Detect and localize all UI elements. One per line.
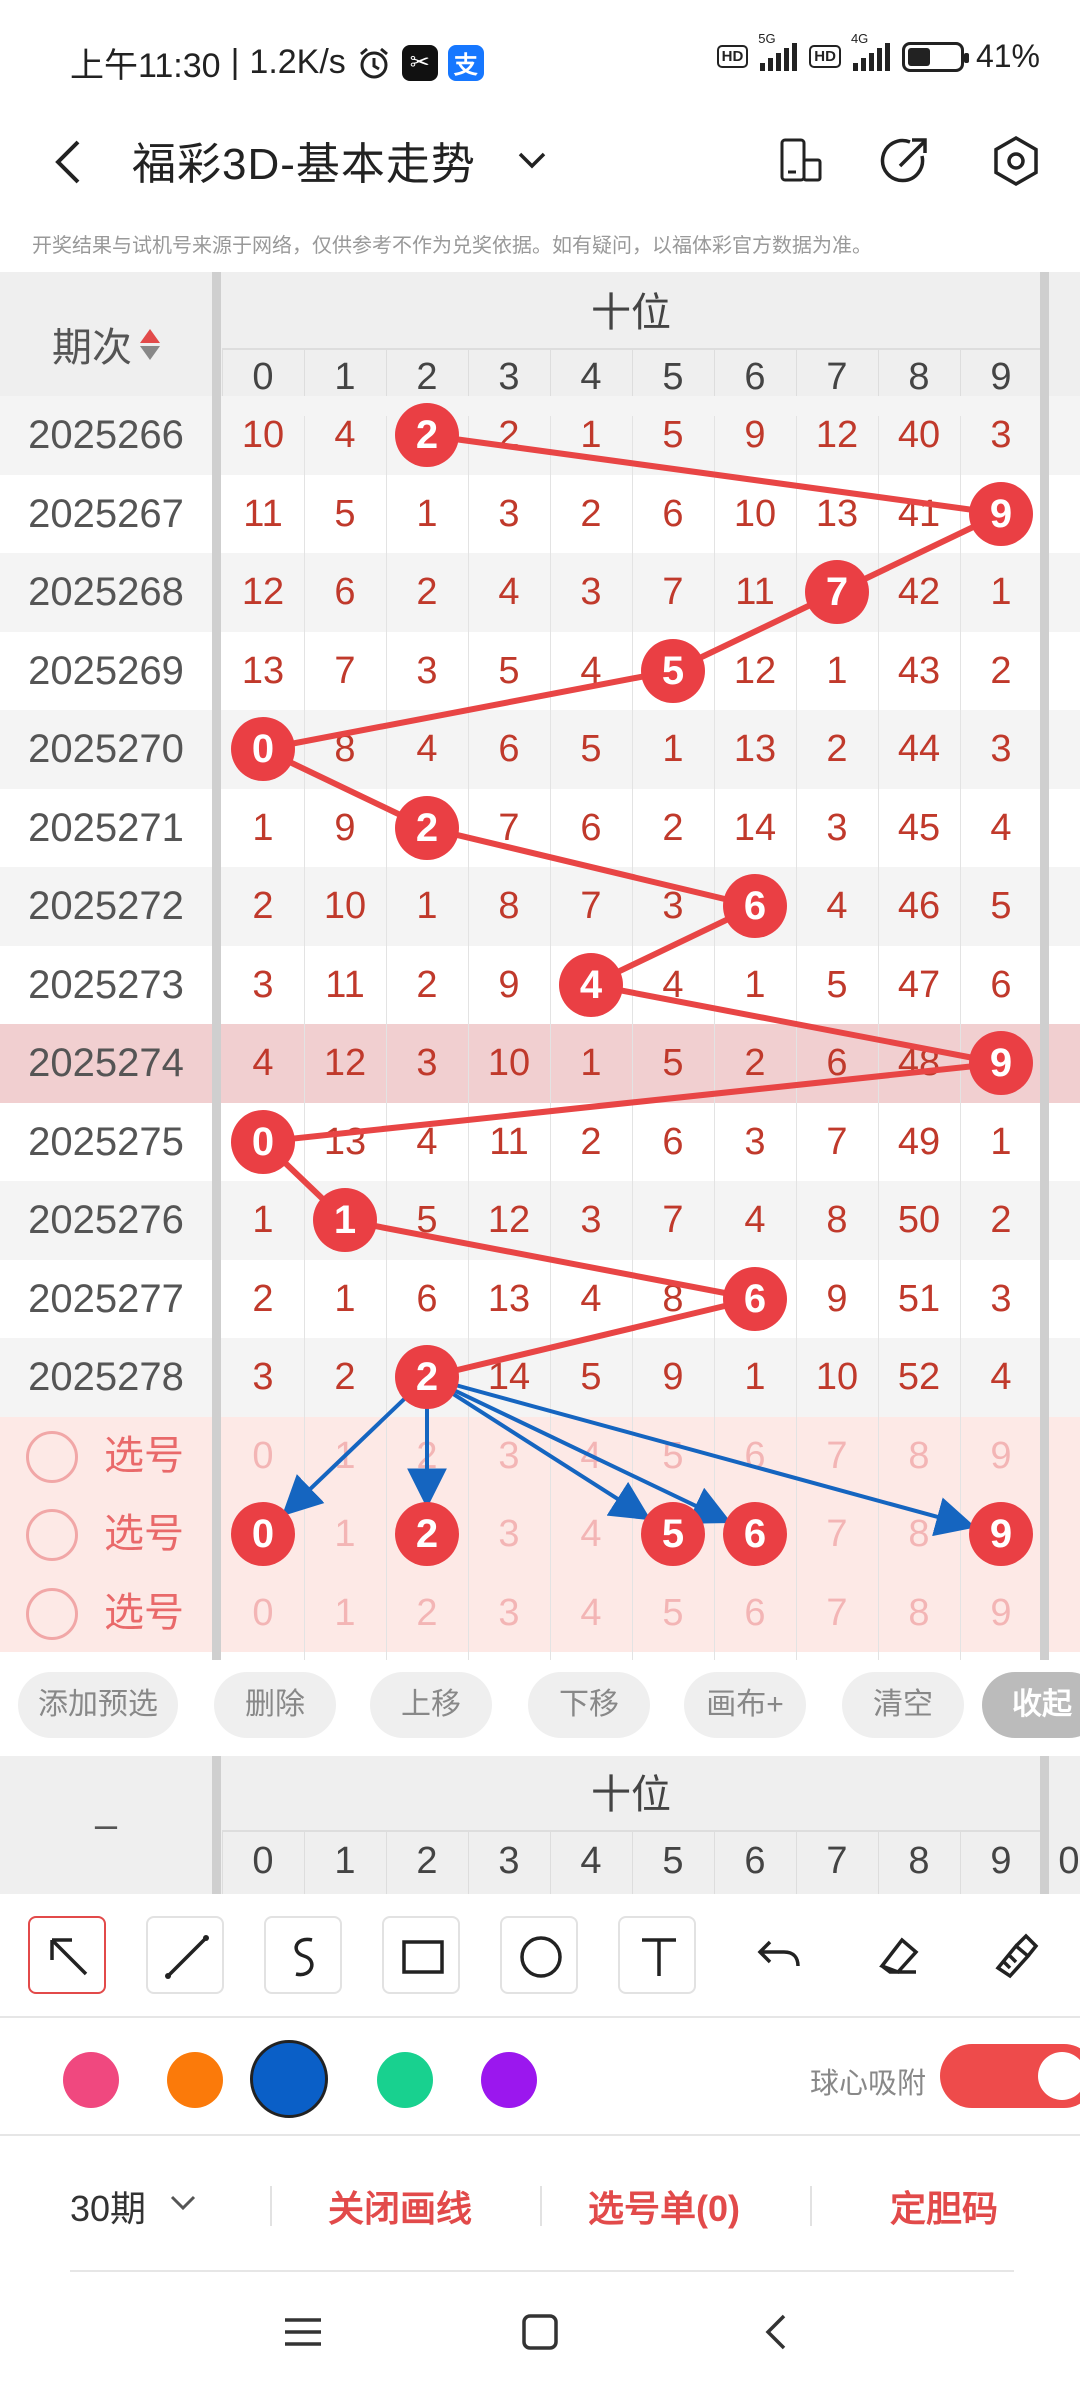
screen-rotate-icon[interactable]: [764, 126, 834, 196]
chevron-down-icon[interactable]: [512, 146, 552, 176]
hit-ball: 6: [723, 874, 787, 939]
color-swatch[interactable]: [377, 2052, 433, 2108]
trend-chart: 期次 十位 01234567890 2025266104215912403920…: [0, 272, 1080, 1660]
drawn-arrow: [425, 1375, 652, 1521]
alarm-icon: [356, 45, 392, 81]
hit-ball: 2: [395, 403, 459, 468]
pick-list-button[interactable]: 选号单(0): [588, 2180, 740, 2232]
drawn-arrow: [426, 1375, 976, 1537]
selected-pick-ball[interactable]: 0: [231, 1502, 295, 1567]
hd-badge-2: HD: [809, 45, 841, 68]
action-button[interactable]: 画布+: [684, 1672, 806, 1738]
title-bar: 福彩3D-基本走势: [0, 110, 1080, 230]
text-icon[interactable]: [618, 1916, 696, 1994]
digit-header-next: 0: [1058, 1840, 1080, 1882]
rectangle-icon[interactable]: [382, 1916, 460, 1994]
trend-lines: [253, 432, 1012, 1537]
capcut-icon: ✂: [401, 44, 438, 81]
action-button[interactable]: 下移: [528, 1672, 650, 1738]
share-icon[interactable]: [870, 126, 940, 196]
hit-ball: 5: [641, 638, 705, 703]
alipay-icon: 支: [447, 44, 484, 81]
battery-icon: [901, 41, 969, 72]
settings-icon[interactable]: [981, 126, 1051, 196]
source-notice: 开奖结果与试机号来源于网络，仅供参考不作为兑奖依据。如有疑问，以福体彩官方数据为…: [32, 235, 872, 257]
selected-pick-ball[interactable]: 9: [969, 1502, 1033, 1567]
color-swatch[interactable]: [481, 2052, 537, 2108]
action-button[interactable]: 清空: [842, 1672, 964, 1738]
bottom-bar: 30期 关闭画线 选号单(0) 定胆码: [0, 2136, 1080, 2272]
hit-ball: 7: [805, 560, 869, 625]
hit-ball: 4: [559, 952, 623, 1017]
clear-brush-icon[interactable]: [976, 1916, 1054, 1994]
circle-icon[interactable]: [500, 1916, 578, 1994]
color-swatch[interactable]: [167, 2052, 223, 2108]
color-picker: 球心吸附: [0, 2018, 1080, 2136]
snap-to-center-label: 球心吸附: [810, 2068, 927, 2100]
hit-ball: 9: [969, 481, 1033, 546]
snap-to-center-toggle[interactable]: [940, 2044, 1080, 2108]
color-swatch[interactable]: [250, 2040, 328, 2118]
color-swatch[interactable]: [63, 2052, 119, 2108]
period-placeholder: –: [94, 1803, 118, 1847]
digit-header-2: 2: [416, 1840, 438, 1882]
hit-ball: 1: [313, 1188, 377, 1253]
digit-header-1: 1: [334, 1840, 356, 1882]
digit-header-9: 9: [990, 1840, 1012, 1882]
action-button[interactable]: 删除: [214, 1672, 336, 1738]
digit-header-4: 4: [580, 1840, 602, 1882]
line-icon[interactable]: [146, 1916, 224, 1994]
digit-header-5: 5: [662, 1840, 684, 1882]
hit-ball: 6: [723, 1266, 787, 1331]
home-icon[interactable]: [510, 2302, 570, 2362]
selected-pick-ball[interactable]: 2: [395, 1502, 459, 1567]
system-nav-bar: [0, 2272, 1080, 2400]
freehand-icon[interactable]: [264, 1916, 342, 1994]
tens-group-label-2: 十位: [591, 1773, 671, 1817]
selected-pick-ball[interactable]: 5: [641, 1502, 705, 1567]
hit-ball: 9: [969, 1031, 1033, 1096]
selected-pick-ball[interactable]: 6: [723, 1502, 787, 1567]
action-button[interactable]: 添加预选: [18, 1672, 178, 1738]
eraser-icon[interactable]: [858, 1916, 936, 1994]
hit-ball: 0: [231, 717, 295, 782]
menu-icon[interactable]: [273, 2302, 333, 2362]
chevron-down-icon[interactable]: [166, 2190, 200, 2216]
clock: 上午11:30: [70, 47, 221, 85]
digit-header-3: 3: [498, 1840, 520, 1882]
period-selector[interactable]: 30期: [70, 2180, 146, 2232]
hit-ball: 0: [231, 1109, 295, 1174]
battery-percent: 41%: [975, 38, 1040, 74]
action-button[interactable]: 收起: [982, 1672, 1080, 1738]
digit-header-0: 0: [252, 1840, 274, 1882]
close-lines-button[interactable]: 关闭画线: [328, 2180, 472, 2232]
lower-chart-header: – 十位 0 1 2 3 4 5 6 7 8 9 0: [0, 1756, 1080, 1894]
fix-code-button[interactable]: 定胆码: [890, 2180, 998, 2232]
hd-badge: HD: [716, 45, 749, 68]
back-arrow-icon[interactable]: [40, 132, 100, 192]
hit-ball: 2: [395, 1345, 459, 1410]
trend-line: [253, 432, 1012, 1381]
action-button[interactable]: 上移: [370, 1672, 492, 1738]
select-arrow-icon[interactable]: [28, 1916, 106, 1994]
action-bar: 添加预选 删除 上移 下移 画布+ 清空 收起: [0, 1660, 1080, 1756]
network-speed: 1.2K/s: [249, 43, 346, 81]
digit-header-6: 6: [744, 1840, 766, 1882]
back-icon[interactable]: [748, 2302, 808, 2362]
drawing-toolbar: [0, 1894, 1080, 2018]
status-bar: 上午11:30 | 1.2K/s ✂ 支 HD 5G HD 4G 41%: [70, 30, 1040, 86]
undo-icon[interactable]: [740, 1916, 818, 1994]
digit-header-8: 8: [908, 1840, 930, 1882]
digit-header-7: 7: [826, 1840, 848, 1882]
hit-ball: 2: [395, 795, 459, 860]
signal-4g-icon: 4G: [851, 31, 890, 71]
page-title[interactable]: 福彩3D-基本走势: [132, 128, 476, 192]
signal-5g-icon: 5G: [758, 31, 798, 71]
